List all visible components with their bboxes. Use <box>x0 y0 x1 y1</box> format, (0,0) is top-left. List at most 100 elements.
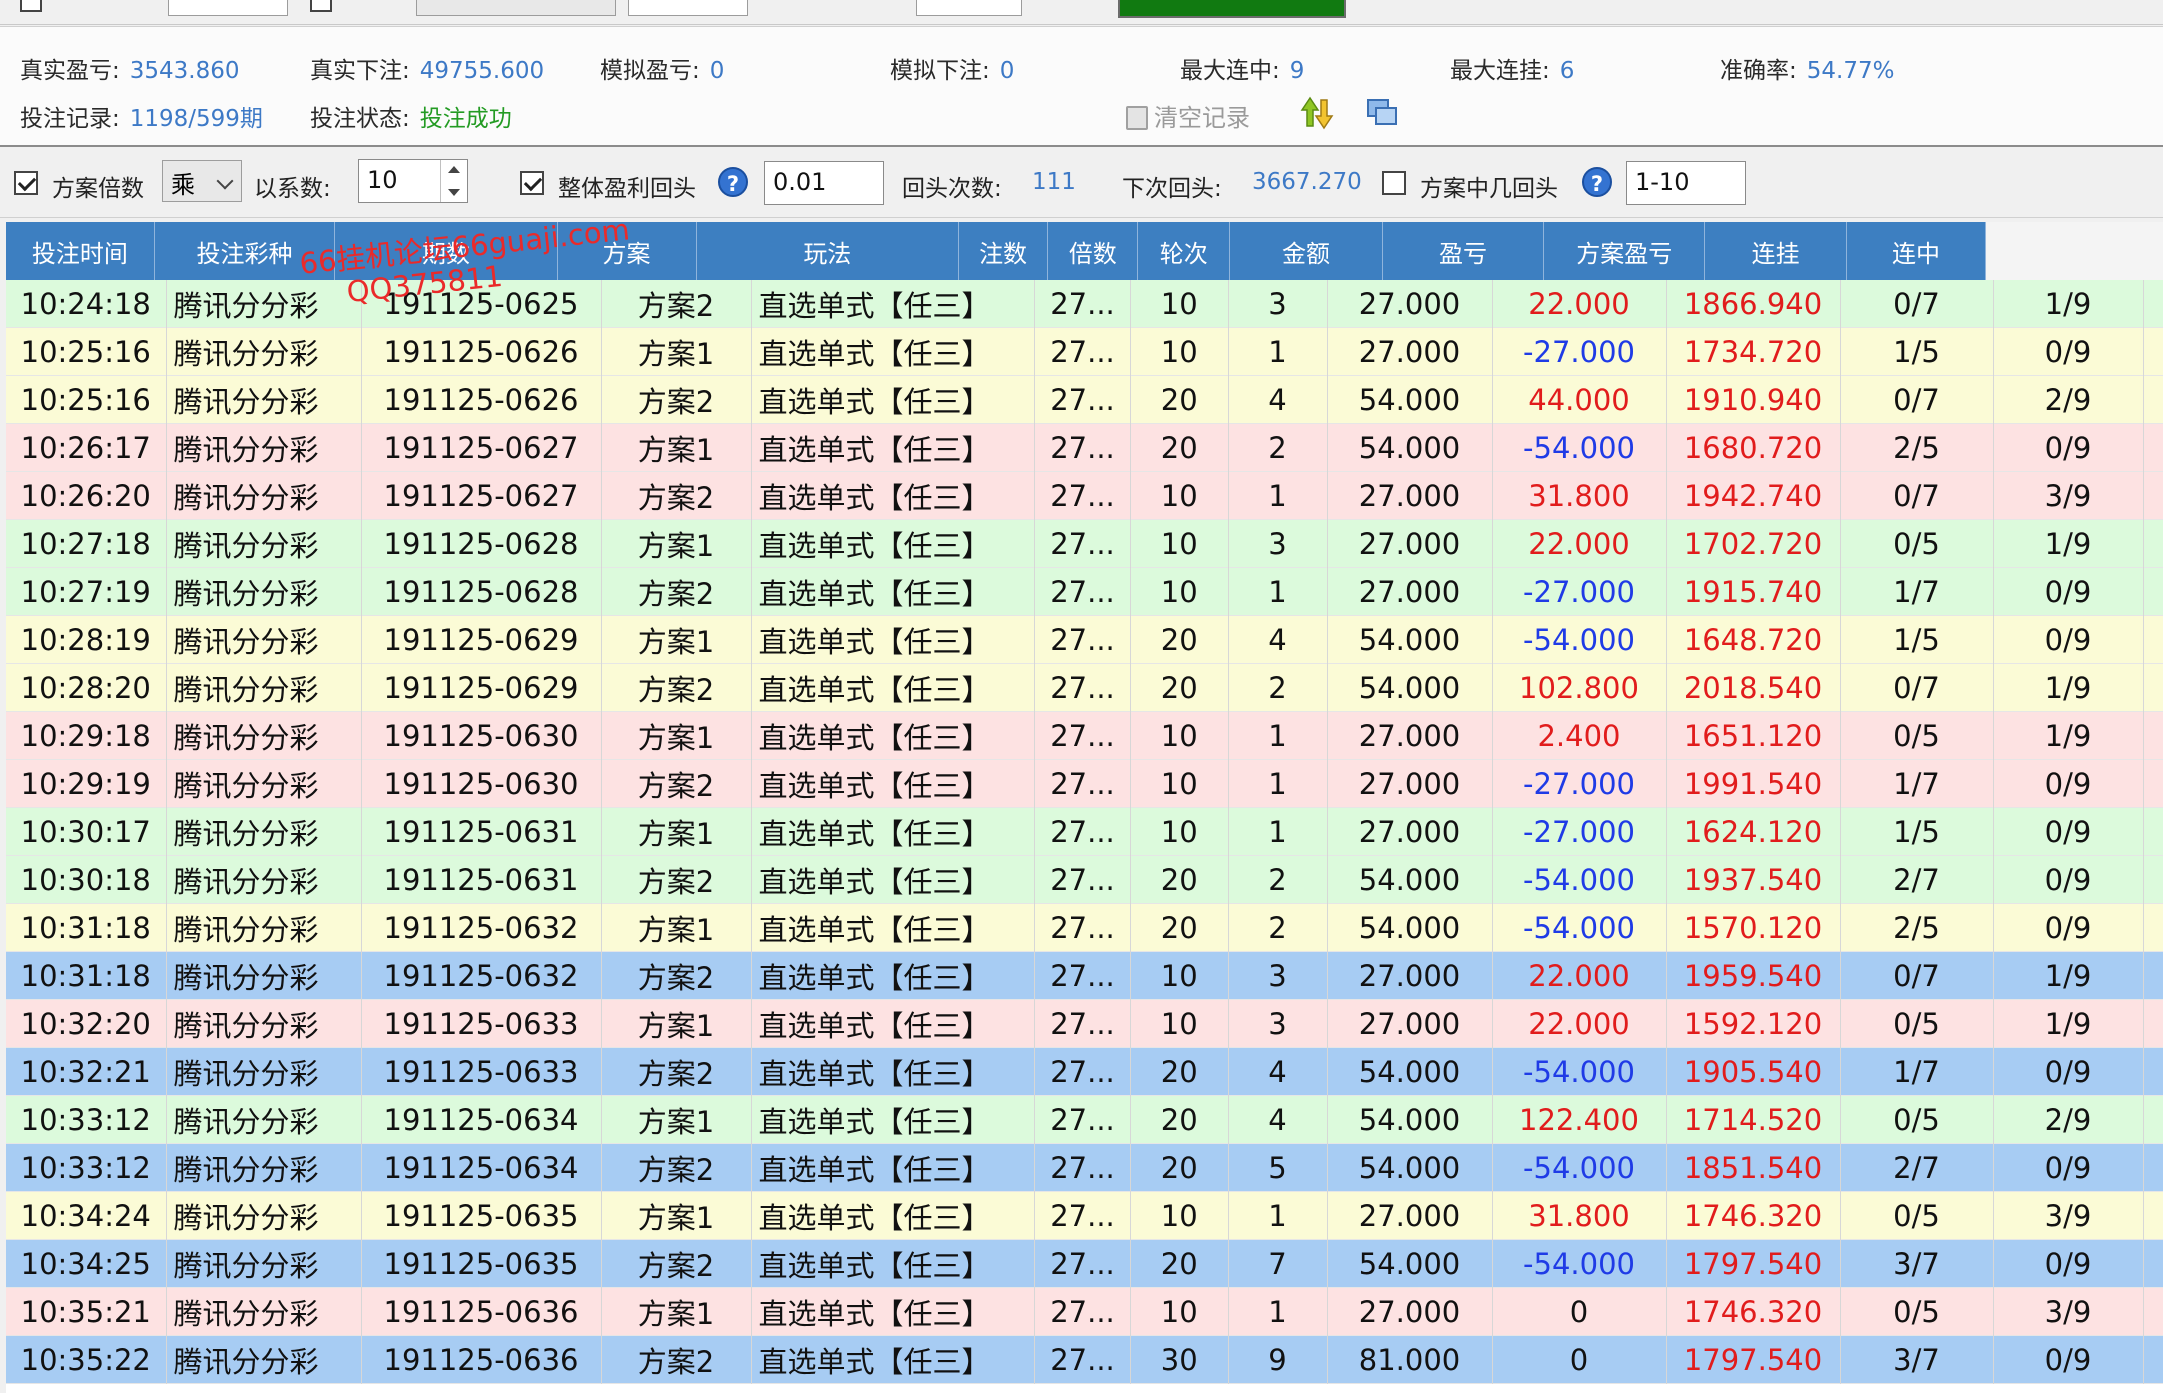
cell-plan_pl: 1915.740 <box>1667 568 1841 616</box>
table-row[interactable]: 10:26:17 腾讯分分彩 191125-0627 方案1 直选单式【任三】 27...… <box>6 424 2163 472</box>
cell-bets: 27... <box>1035 952 1131 1000</box>
stepper-arrows-icon[interactable] <box>440 160 467 202</box>
real-bet-label: 真实下注: <box>310 58 410 84</box>
table-row[interactable]: 10:28:20 腾讯分分彩 191125-0629 方案2 直选单式【任三】 27...… <box>6 664 2163 712</box>
cell-play: 直选单式【任三】 <box>752 1240 1035 1288</box>
table-row[interactable]: 10:33:12 腾讯分分彩 191125-0634 方案1 直选单式【任三】 27...… <box>6 1096 2163 1144</box>
cell-win: 0/9 <box>1994 760 2144 808</box>
cell-time: 10:29:19 <box>6 760 167 808</box>
bet-records-table: 投注时间 投注彩种 期数 方案 玩法 注数 倍数 轮次 金额 盈亏 方案盈亏 连挂 连中 10:24:1… <box>6 222 2163 1393</box>
operator-select[interactable]: 乘 <box>162 160 242 202</box>
row-filler <box>2144 952 2163 1000</box>
cell-win: 1/9 <box>1994 952 2144 1000</box>
cell-plan: 方案2 <box>602 280 752 328</box>
table-row[interactable]: 10:29:18 腾讯分分彩 191125-0630 方案1 直选单式【任三】 27...… <box>6 712 2163 760</box>
table-row[interactable]: 10:25:16 腾讯分分彩 191125-0626 方案2 直选单式【任三】 27...… <box>6 376 2163 424</box>
cell-amount: 27.000 <box>1328 1288 1493 1336</box>
cell-mult: 20 <box>1131 1144 1229 1192</box>
cell-loss: 0/7 <box>1841 664 1994 712</box>
cell-period: 191125-0627 <box>362 424 602 472</box>
cell-time: 10:24:18 <box>6 280 167 328</box>
table-row[interactable]: 10:29:19 腾讯分分彩 191125-0630 方案2 直选单式【任三】 27...… <box>6 760 2163 808</box>
table-row[interactable]: 10:25:16 腾讯分分彩 191125-0626 方案1 直选单式【任三】 27...… <box>6 328 2163 376</box>
sim-profit-label: 模拟盈亏: <box>600 58 700 84</box>
column-header-amount[interactable]: 金额 <box>1230 222 1383 280</box>
cell-period: 191125-0627 <box>362 472 602 520</box>
options-bar: 方案倍数 乘 以系数: 10 整体盈利回头 ? 0.01 回头次数: 111 下… <box>0 147 2163 218</box>
cell-time: 10:30:18 <box>6 856 167 904</box>
mode-select[interactable] <box>416 0 616 16</box>
table-row[interactable]: 10:28:19 腾讯分分彩 191125-0629 方案1 直选单式【任三】 27...… <box>6 616 2163 664</box>
auto-stop-checkbox[interactable] <box>310 0 332 12</box>
column-header-plan_pl[interactable]: 方案盈亏 <box>1544 222 1706 280</box>
table-row[interactable]: 10:31:18 腾讯分分彩 191125-0632 方案1 直选单式【任三】 27...… <box>6 904 2163 952</box>
table-row[interactable]: 10:34:25 腾讯分分彩 191125-0635 方案2 直选单式【任三】 27...… <box>6 1240 2163 1288</box>
cell-plan: 方案1 <box>602 808 752 856</box>
column-header-time[interactable]: 投注时间 <box>6 222 155 280</box>
table-row[interactable]: 10:27:18 腾讯分分彩 191125-0628 方案1 直选单式【任三】 27...… <box>6 520 2163 568</box>
column-header-plan[interactable]: 方案 <box>558 222 697 280</box>
cell-amount: 27.000 <box>1328 568 1493 616</box>
plan-multiplier-checkbox[interactable] <box>14 171 38 195</box>
help-icon[interactable]: ? <box>718 167 748 197</box>
column-header-mult[interactable]: 倍数 <box>1048 222 1139 280</box>
table-row[interactable]: 10:35:21 腾讯分分彩 191125-0636 方案1 直选单式【任三】 27...… <box>6 1288 2163 1336</box>
sim-bet-label: 模拟下注: <box>890 58 990 84</box>
cell-plan: 方案2 <box>602 1144 752 1192</box>
top-input[interactable] <box>916 0 1022 16</box>
column-header-pl[interactable]: 盈亏 <box>1383 222 1545 280</box>
cell-pl: 44.000 <box>1493 376 1667 424</box>
table-row[interactable]: 10:33:12 腾讯分分彩 191125-0634 方案2 直选单式【任三】 27...… <box>6 1144 2163 1192</box>
column-header-play[interactable]: 玩法 <box>697 222 960 280</box>
cell-loss: 2/5 <box>1841 904 1994 952</box>
auto-start-checkbox[interactable] <box>20 0 42 12</box>
cell-mult: 20 <box>1131 1048 1229 1096</box>
column-header-period[interactable]: 期数 <box>335 222 558 280</box>
overall-return-input[interactable]: 0.01 <box>764 161 884 205</box>
plan-return-input[interactable]: 1-10 <box>1626 161 1746 205</box>
cell-amount: 54.000 <box>1328 1048 1493 1096</box>
cell-lottery: 腾讯分分彩 <box>167 328 362 376</box>
table-row[interactable]: 10:31:18 腾讯分分彩 191125-0632 方案2 直选单式【任三】 27...… <box>6 952 2163 1000</box>
table-row[interactable]: 10:26:20 腾讯分分彩 191125-0627 方案2 直选单式【任三】 27...… <box>6 472 2163 520</box>
cell-time: 10:28:19 <box>6 616 167 664</box>
cell-win: 2/9 <box>1994 376 2144 424</box>
cell-plan_pl: 1797.540 <box>1667 1336 1841 1384</box>
column-header-bets[interactable]: 注数 <box>959 222 1049 280</box>
cell-round: 3 <box>1229 952 1328 1000</box>
table-header: 投注时间 投注彩种 期数 方案 玩法 注数 倍数 轮次 金额 盈亏 方案盈亏 连挂 连中 <box>6 222 1986 280</box>
help-icon[interactable]: ? <box>1582 167 1612 197</box>
time-spinner-2[interactable] <box>628 0 748 16</box>
cell-loss: 1/7 <box>1841 1048 1994 1096</box>
column-header-win[interactable]: 连中 <box>1847 222 1986 280</box>
table-row[interactable]: 10:32:20 腾讯分分彩 191125-0633 方案1 直选单式【任三】 27...… <box>6 1000 2163 1048</box>
cell-play: 直选单式【任三】 <box>752 1144 1035 1192</box>
cell-play: 直选单式【任三】 <box>752 616 1035 664</box>
cell-play: 直选单式【任三】 <box>752 856 1035 904</box>
column-header-lottery[interactable]: 投注彩种 <box>155 222 336 280</box>
cell-mult: 10 <box>1131 472 1229 520</box>
column-header-round[interactable]: 轮次 <box>1138 222 1231 280</box>
coefficient-stepper[interactable]: 10 <box>358 159 468 203</box>
time-spinner-1[interactable] <box>168 0 288 16</box>
cell-win: 3/9 <box>1994 1192 2144 1240</box>
up-down-arrows-icon[interactable] <box>1300 96 1334 130</box>
table-row[interactable]: 10:27:19 腾讯分分彩 191125-0628 方案2 直选单式【任三】 27...… <box>6 568 2163 616</box>
copy-window-icon[interactable] <box>1366 98 1398 128</box>
cell-lottery: 腾讯分分彩 <box>167 760 362 808</box>
overall-return-checkbox[interactable] <box>520 171 544 195</box>
cell-amount: 27.000 <box>1328 760 1493 808</box>
cell-mult: 20 <box>1131 904 1229 952</box>
clear-records-button[interactable]: 清空记录 <box>1126 98 1250 133</box>
table-row[interactable]: 10:30:17 腾讯分分彩 191125-0631 方案1 直选单式【任三】 27...… <box>6 808 2163 856</box>
column-header-loss[interactable]: 连挂 <box>1705 222 1848 280</box>
table-row[interactable]: 10:30:18 腾讯分分彩 191125-0631 方案2 直选单式【任三】 27...… <box>6 856 2163 904</box>
table-row[interactable]: 10:35:22 腾讯分分彩 191125-0636 方案2 直选单式【任三】 27...… <box>6 1336 2163 1384</box>
cell-bets: 27... <box>1035 376 1131 424</box>
cell-loss: 0/5 <box>1841 520 1994 568</box>
table-row[interactable]: 10:32:21 腾讯分分彩 191125-0633 方案2 直选单式【任三】 27...… <box>6 1048 2163 1096</box>
table-row[interactable]: 10:24:18 腾讯分分彩 191125-0625 方案2 直选单式【任三】 27...… <box>6 280 2163 328</box>
table-row[interactable]: 10:34:24 腾讯分分彩 191125-0635 方案1 直选单式【任三】 27...… <box>6 1192 2163 1240</box>
plan-return-checkbox[interactable] <box>1382 171 1406 195</box>
cell-pl: -27.000 <box>1493 760 1667 808</box>
